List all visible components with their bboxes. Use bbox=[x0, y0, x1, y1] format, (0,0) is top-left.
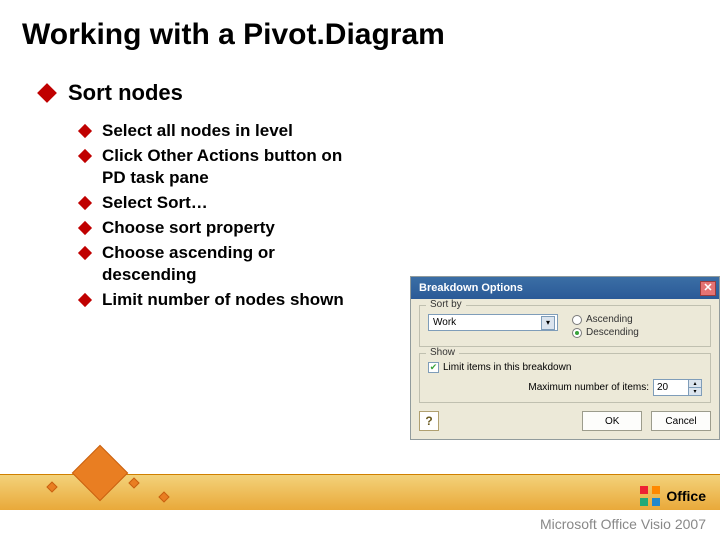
content-area: Sort nodes Select all nodes in level Cli… bbox=[0, 58, 720, 310]
max-items-row: Maximum number of items: ▴ ▾ bbox=[428, 379, 702, 396]
chevron-up-icon[interactable]: ▴ bbox=[688, 380, 701, 388]
dialog-title: Breakdown Options bbox=[419, 282, 523, 294]
chevron-down-icon[interactable]: ▾ bbox=[688, 388, 701, 395]
footer-band: Office bbox=[0, 474, 720, 510]
group-legend: Sort by bbox=[426, 299, 466, 310]
show-group: Show ✔ Limit items in this breakdown Max… bbox=[419, 353, 711, 403]
radio-ascending[interactable]: Ascending bbox=[572, 314, 639, 325]
office-logo-icon bbox=[640, 486, 660, 506]
sub-bullet-text: Click Other Actions button on PD task pa… bbox=[102, 145, 370, 188]
close-icon: ✕ bbox=[703, 283, 712, 294]
office-branding: Office bbox=[640, 486, 706, 506]
list-item: Select Sort… bbox=[80, 192, 370, 213]
radio-descending[interactable]: Descending bbox=[572, 327, 639, 338]
list-item: Choose ascending or descending bbox=[80, 242, 370, 285]
radio-label: Descending bbox=[586, 327, 639, 338]
breakdown-options-dialog: Breakdown Options ✕ Sort by Work ▾ Ascen… bbox=[410, 276, 720, 440]
top-bullet: Sort nodes bbox=[40, 80, 720, 106]
diamond-bullet-icon bbox=[78, 293, 92, 307]
dialog-titlebar[interactable]: Breakdown Options ✕ bbox=[411, 277, 719, 299]
sub-bullet-text: Select Sort… bbox=[102, 192, 208, 213]
radio-icon bbox=[572, 328, 582, 338]
diamond-bullet-icon bbox=[78, 124, 92, 138]
decorative-square-icon bbox=[46, 481, 57, 492]
radio-icon bbox=[572, 315, 582, 325]
decorative-square-icon bbox=[158, 491, 169, 502]
checkbox-icon: ✔ bbox=[428, 362, 439, 373]
list-item: Click Other Actions button on PD task pa… bbox=[80, 145, 370, 188]
diamond-bullet-icon bbox=[78, 149, 92, 163]
sub-bullet-text: Choose sort property bbox=[102, 217, 275, 238]
radio-label: Ascending bbox=[586, 314, 633, 325]
list-item: Select all nodes in level bbox=[80, 120, 370, 141]
spin-input[interactable] bbox=[654, 380, 688, 395]
sort-by-group: Sort by Work ▾ Ascending Descending bbox=[419, 305, 711, 347]
cancel-button[interactable]: Cancel bbox=[651, 411, 711, 431]
spin-label: Maximum number of items: bbox=[528, 382, 649, 393]
ok-button[interactable]: OK bbox=[582, 411, 642, 431]
product-line: Microsoft Office Visio 2007 bbox=[540, 516, 706, 532]
sub-bullet-list: Select all nodes in level Click Other Ac… bbox=[80, 120, 370, 310]
diamond-bullet-icon bbox=[78, 246, 92, 260]
list-item: Choose sort property bbox=[80, 217, 370, 238]
sub-bullet-text: Limit number of nodes shown bbox=[102, 289, 344, 310]
max-items-spinner[interactable]: ▴ ▾ bbox=[653, 379, 702, 396]
limit-items-checkbox[interactable]: ✔ Limit items in this breakdown bbox=[428, 362, 702, 373]
sort-by-dropdown[interactable]: Work ▾ bbox=[428, 314, 558, 331]
chevron-down-icon[interactable]: ▾ bbox=[541, 316, 555, 330]
diamond-bullet-icon bbox=[78, 221, 92, 235]
diamond-bullet-icon bbox=[78, 196, 92, 210]
office-word: Office bbox=[666, 488, 706, 504]
sub-bullet-text: Select all nodes in level bbox=[102, 120, 293, 141]
decorative-square-icon bbox=[128, 477, 139, 488]
help-button[interactable]: ? bbox=[419, 411, 439, 431]
dropdown-value: Work bbox=[433, 317, 456, 328]
help-icon: ? bbox=[425, 414, 432, 428]
group-legend: Show bbox=[426, 347, 459, 358]
decorative-square-icon bbox=[72, 445, 129, 502]
checkbox-label: Limit items in this breakdown bbox=[443, 362, 571, 373]
close-button[interactable]: ✕ bbox=[700, 281, 716, 296]
sub-bullet-text: Choose ascending or descending bbox=[102, 242, 370, 285]
top-bullet-text: Sort nodes bbox=[68, 80, 183, 106]
dialog-footer: ? OK Cancel bbox=[411, 407, 719, 439]
diamond-bullet-icon bbox=[37, 83, 57, 103]
slide-title: Working with a Pivot.Diagram bbox=[0, 0, 720, 58]
list-item: Limit number of nodes shown bbox=[80, 289, 370, 310]
